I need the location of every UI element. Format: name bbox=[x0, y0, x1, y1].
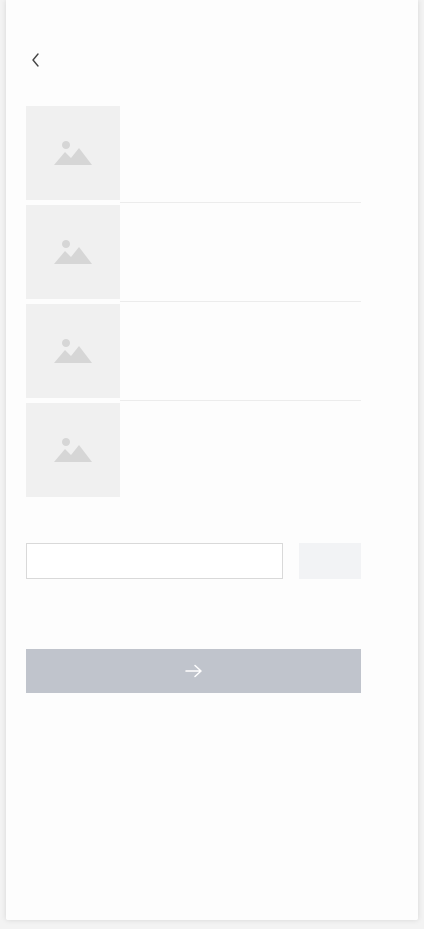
app-panel bbox=[6, 0, 418, 920]
arrow-right-icon bbox=[184, 664, 202, 678]
side-button[interactable] bbox=[299, 543, 361, 579]
list-item[interactable] bbox=[26, 205, 361, 304]
text-input[interactable] bbox=[26, 543, 283, 579]
divider bbox=[120, 400, 361, 401]
chevron-left-icon bbox=[32, 53, 39, 67]
list-item[interactable] bbox=[26, 403, 361, 502]
list-item[interactable] bbox=[26, 304, 361, 403]
image-placeholder-icon bbox=[54, 339, 92, 363]
list-item[interactable] bbox=[26, 106, 361, 205]
image-placeholder-icon bbox=[54, 438, 92, 462]
divider bbox=[120, 301, 361, 302]
item-thumbnail bbox=[26, 106, 120, 200]
submit-button[interactable] bbox=[26, 649, 361, 693]
divider bbox=[120, 202, 361, 203]
image-placeholder-icon bbox=[54, 141, 92, 165]
input-row bbox=[26, 543, 361, 579]
item-thumbnail bbox=[26, 304, 120, 398]
back-button[interactable] bbox=[26, 50, 46, 70]
item-thumbnail bbox=[26, 205, 120, 299]
item-thumbnail bbox=[26, 403, 120, 497]
image-placeholder-icon bbox=[54, 240, 92, 264]
item-list bbox=[26, 106, 361, 502]
